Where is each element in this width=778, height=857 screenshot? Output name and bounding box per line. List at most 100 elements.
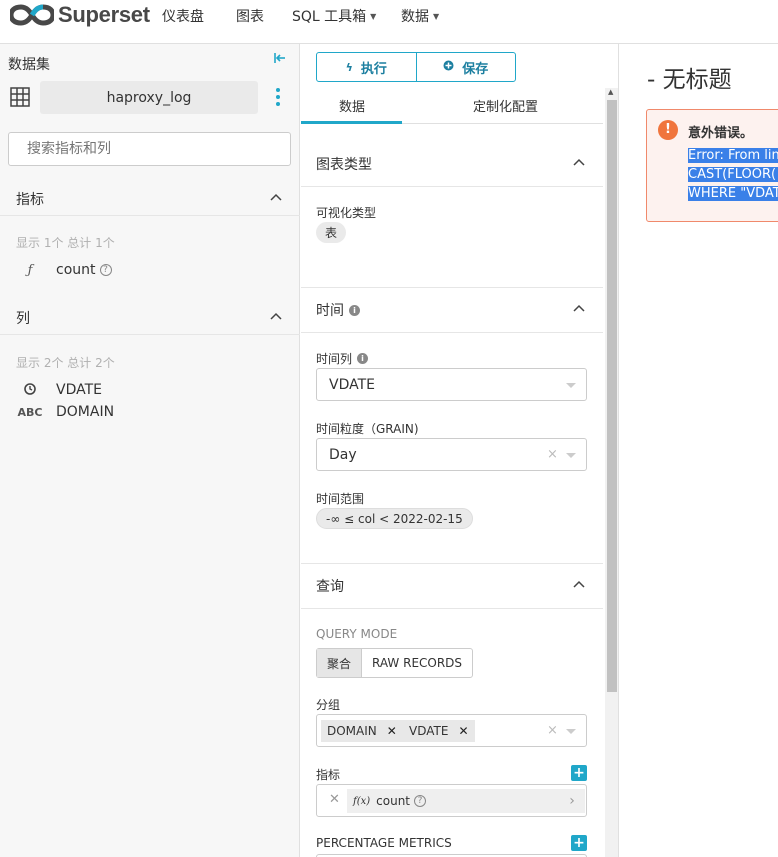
metric-name: count bbox=[56, 262, 96, 278]
tab-data[interactable]: 数据 bbox=[339, 96, 365, 115]
remove-metric-icon[interactable]: ✕ bbox=[329, 792, 340, 807]
column-item[interactable]: VDATE bbox=[16, 382, 102, 398]
error-message-line: WHERE "VDAT bbox=[688, 186, 778, 201]
chevron-down-icon bbox=[566, 729, 576, 734]
add-percentage-metric-button[interactable]: + bbox=[571, 835, 587, 851]
metrics-section-header[interactable]: 指标 bbox=[0, 180, 300, 216]
clear-icon[interactable]: × bbox=[547, 447, 558, 462]
error-alert: ! 意外错误。 Error: From lin CAST(FLOOR( WHER… bbox=[646, 109, 778, 222]
metrics-label: 指标 bbox=[316, 768, 341, 782]
remove-tag-icon[interactable]: ✕ bbox=[387, 724, 397, 738]
error-title: 意外错误。 bbox=[688, 126, 754, 141]
section-label: 图表类型 bbox=[316, 157, 372, 173]
time-section-label: 时间 bbox=[316, 303, 344, 319]
columns-section-header[interactable]: 列 bbox=[0, 299, 300, 335]
nav-label: 图表 bbox=[236, 9, 264, 25]
query-mode-raw-records[interactable]: RAW RECORDS bbox=[361, 649, 472, 677]
scrollbar-thumb[interactable] bbox=[607, 100, 617, 692]
metrics-count-summary: 显示 1个 总计 1个 bbox=[16, 236, 115, 250]
tag-label: VDATE bbox=[409, 724, 449, 738]
chevron-right-icon[interactable]: › bbox=[559, 789, 585, 813]
function-icon: f(x) bbox=[353, 795, 371, 807]
percentage-metrics-label: PERCENTAGE METRICS bbox=[316, 836, 452, 850]
control-tabs: 数据 定制化配置 bbox=[301, 88, 603, 124]
groupby-select[interactable]: DOMAIN ✕ VDATE ✕ × bbox=[316, 714, 587, 747]
clock-icon bbox=[16, 382, 44, 398]
metrics-columns-search-input[interactable] bbox=[8, 132, 291, 166]
viz-type-label: 可视化类型 bbox=[316, 206, 377, 220]
info-icon[interactable]: i bbox=[357, 353, 369, 364]
time-column-select[interactable]: VDATE bbox=[316, 368, 587, 401]
help-icon[interactable]: ? bbox=[414, 795, 427, 807]
chart-title[interactable]: - 无标题 bbox=[647, 60, 732, 94]
select-value: Day bbox=[329, 446, 357, 463]
time-range-picker[interactable]: -∞ ≤ col < 2022-02-15 bbox=[316, 508, 473, 529]
active-tab-indicator bbox=[301, 121, 402, 124]
clear-icon[interactable]: × bbox=[547, 723, 558, 738]
info-icon[interactable]: i bbox=[349, 304, 360, 316]
chevron-up-icon bbox=[270, 309, 282, 324]
caret-down-icon: ▼ bbox=[370, 11, 377, 21]
chart-type-section-header[interactable]: 图表类型 bbox=[301, 141, 603, 187]
groupby-label: 分组 bbox=[316, 698, 341, 712]
string-type-icon: ABC bbox=[17, 405, 43, 419]
nav-sql-lab[interactable]: SQL 工具箱 ▼ bbox=[292, 6, 376, 26]
chevron-up-icon bbox=[573, 155, 585, 170]
save-button[interactable]: 保存 bbox=[415, 53, 516, 81]
dataset-name[interactable]: haproxy_log bbox=[40, 81, 258, 114]
query-mode-aggregate[interactable]: 聚合 bbox=[317, 649, 362, 677]
tab-customize[interactable]: 定制化配置 bbox=[473, 96, 538, 115]
section-label: 时间 i bbox=[316, 300, 360, 320]
error-message-line: CAST(FLOOR( bbox=[688, 167, 778, 182]
time-grain-select[interactable]: Day × bbox=[316, 438, 587, 471]
bolt-icon: ϟ bbox=[345, 60, 353, 74]
section-label: 查询 bbox=[316, 579, 344, 595]
save-button-label: 保存 bbox=[462, 61, 489, 77]
scroll-up-arrow-icon[interactable]: ▲ bbox=[608, 88, 613, 96]
nav-dashboards[interactable]: 仪表盘 bbox=[162, 6, 204, 26]
metric-tag[interactable]: f(x) count ? bbox=[347, 789, 559, 813]
superset-logo[interactable]: Superset bbox=[10, 2, 150, 28]
remove-tag-icon[interactable]: ✕ bbox=[458, 724, 468, 738]
chevron-down-icon bbox=[566, 453, 576, 458]
columns-section-label: 列 bbox=[16, 311, 30, 327]
chevron-up-icon bbox=[270, 190, 282, 205]
nav-data[interactable]: 数据 ▼ bbox=[401, 6, 439, 26]
nav-label: SQL 工具箱 bbox=[292, 9, 367, 25]
metrics-section-label: 指标 bbox=[16, 192, 44, 208]
run-button-label: 执行 bbox=[360, 61, 387, 77]
chevron-up-icon bbox=[573, 577, 585, 592]
time-section-header[interactable]: 时间 i bbox=[301, 287, 603, 333]
columns-count-summary: 显示 2个 总计 2个 bbox=[16, 356, 115, 370]
brand-name: Superset bbox=[58, 2, 150, 27]
run-save-button-group: ϟ 执行 保存 bbox=[316, 52, 516, 82]
groupby-tag: VDATE ✕ bbox=[403, 720, 475, 742]
add-metric-button[interactable]: + bbox=[571, 765, 587, 781]
plus-circle-icon bbox=[443, 60, 454, 75]
column-item[interactable]: ABC DOMAIN bbox=[16, 404, 115, 420]
metric-item[interactable]: ƒ count ? bbox=[16, 262, 112, 278]
run-button[interactable]: ϟ 执行 bbox=[317, 53, 416, 81]
metrics-select: ✕ f(x) count ? › bbox=[316, 784, 587, 817]
query-section-header[interactable]: 查询 bbox=[301, 563, 603, 609]
label-text: 时间列 bbox=[316, 352, 353, 366]
error-message-line: Error: From lin bbox=[688, 148, 778, 163]
nav-label: 数据 bbox=[401, 9, 429, 25]
dataset-panel-title: 数据集 bbox=[8, 57, 50, 73]
nav-charts[interactable]: 图表 bbox=[236, 6, 264, 26]
collapse-panel-icon[interactable] bbox=[274, 52, 286, 68]
chevron-down-icon bbox=[566, 383, 576, 388]
help-icon[interactable]: ? bbox=[99, 264, 112, 276]
dataset-menu-icon[interactable] bbox=[276, 88, 280, 109]
exclamation-icon: ! bbox=[658, 120, 678, 140]
nav-label: 仪表盘 bbox=[162, 9, 204, 25]
query-mode-toggle: 聚合 RAW RECORDS bbox=[316, 648, 474, 678]
time-range-label: 时间范围 bbox=[316, 492, 365, 506]
table-grid-icon bbox=[10, 87, 30, 111]
column-name: DOMAIN bbox=[56, 404, 115, 420]
viz-type-selector[interactable]: 表 bbox=[316, 222, 347, 243]
caret-down-icon: ▼ bbox=[433, 11, 440, 21]
chevron-up-icon bbox=[573, 301, 585, 316]
superset-logo-icon bbox=[10, 4, 54, 26]
query-mode-label: QUERY MODE bbox=[316, 627, 398, 641]
